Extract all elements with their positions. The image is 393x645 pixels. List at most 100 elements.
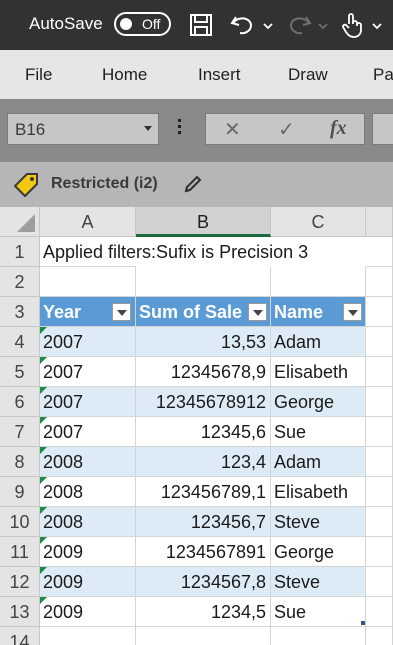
- qat-chevron-down-icon[interactable]: [372, 17, 382, 35]
- cell[interactable]: [366, 237, 393, 267]
- cell[interactable]: [366, 537, 393, 567]
- column-header-b[interactable]: B: [136, 207, 271, 237]
- year-cell[interactable]: 2008: [40, 507, 136, 537]
- cell[interactable]: [40, 267, 136, 297]
- name-cell[interactable]: Steve: [271, 507, 366, 537]
- row-header[interactable]: 1: [0, 237, 40, 267]
- cell[interactable]: [136, 267, 271, 297]
- sum-cell[interactable]: 1234,5: [136, 597, 271, 627]
- row-header[interactable]: 5: [0, 357, 40, 387]
- undo-chevron-down-icon[interactable]: [263, 17, 273, 35]
- cell[interactable]: [366, 297, 393, 327]
- row-header[interactable]: 3: [0, 297, 40, 327]
- sum-cell[interactable]: 1234567,8: [136, 567, 271, 597]
- formula-input[interactable]: [372, 113, 393, 145]
- more-options-icon[interactable]: [178, 119, 182, 137]
- error-indicator-icon[interactable]: [40, 357, 47, 364]
- name-cell[interactable]: Sue: [271, 597, 366, 627]
- enter-icon[interactable]: ✓: [278, 117, 295, 142]
- cancel-icon[interactable]: ✕: [224, 117, 241, 142]
- cell[interactable]: [366, 597, 393, 627]
- year-cell[interactable]: 2007: [40, 417, 136, 447]
- cell[interactable]: [271, 627, 366, 645]
- year-header-cell[interactable]: Year: [40, 297, 136, 327]
- year-cell[interactable]: 2009: [40, 597, 136, 627]
- row-header[interactable]: 12: [0, 567, 40, 597]
- cell[interactable]: [366, 477, 393, 507]
- name-cell[interactable]: Elisabeth: [271, 477, 366, 507]
- cell[interactable]: [366, 507, 393, 537]
- error-indicator-icon[interactable]: [40, 537, 47, 544]
- cell[interactable]: [366, 627, 393, 645]
- sum-cell[interactable]: 12345678,9: [136, 357, 271, 387]
- name-box-dropdown-icon[interactable]: [144, 126, 152, 131]
- cell[interactable]: [366, 357, 393, 387]
- year-cell[interactable]: 2007: [40, 327, 136, 357]
- tab-file[interactable]: File: [25, 65, 52, 85]
- tab-page-layout[interactable]: Pa: [373, 65, 393, 85]
- row-header[interactable]: 11: [0, 537, 40, 567]
- column-header-c[interactable]: C: [271, 207, 366, 237]
- tab-draw[interactable]: Draw: [288, 65, 328, 85]
- year-cell[interactable]: 2008: [40, 477, 136, 507]
- cell[interactable]: [366, 567, 393, 597]
- sum-of-sale-filter-dropdown-icon[interactable]: [248, 303, 267, 321]
- error-indicator-icon[interactable]: [40, 417, 47, 424]
- select-all-corner[interactable]: [0, 207, 40, 237]
- row-header[interactable]: 7: [0, 417, 40, 447]
- error-indicator-icon[interactable]: [40, 507, 47, 514]
- touch-mode-icon[interactable]: [338, 11, 366, 39]
- tab-insert[interactable]: Insert: [198, 65, 241, 85]
- name-cell[interactable]: George: [271, 537, 366, 567]
- filter-note-cell[interactable]: Applied filters:Sufix is Precision 3: [40, 237, 308, 267]
- row-header[interactable]: 8: [0, 447, 40, 477]
- cell[interactable]: [366, 417, 393, 447]
- name-cell[interactable]: Steve: [271, 567, 366, 597]
- error-indicator-icon[interactable]: [40, 477, 47, 484]
- cell[interactable]: [366, 267, 393, 297]
- name-box[interactable]: B16: [7, 113, 159, 145]
- name-filter-dropdown-icon[interactable]: [343, 303, 362, 321]
- sum-cell[interactable]: 13,53: [136, 327, 271, 357]
- column-header-d[interactable]: [366, 207, 393, 237]
- redo-chevron-down-icon[interactable]: [318, 17, 328, 35]
- autosave-toggle[interactable]: Off: [114, 12, 171, 36]
- sum-cell[interactable]: 123456,7: [136, 507, 271, 537]
- row-header[interactable]: 2: [0, 267, 40, 297]
- cell[interactable]: [366, 327, 393, 357]
- row-header[interactable]: 13: [0, 597, 40, 627]
- save-icon[interactable]: [187, 11, 215, 39]
- error-indicator-icon[interactable]: [40, 327, 47, 334]
- row-header[interactable]: 6: [0, 387, 40, 417]
- year-cell[interactable]: 2009: [40, 537, 136, 567]
- sum-cell[interactable]: 1234567891: [136, 537, 271, 567]
- sum-cell[interactable]: 12345678912: [136, 387, 271, 417]
- year-cell[interactable]: 2007: [40, 357, 136, 387]
- cell[interactable]: [366, 447, 393, 477]
- row-header[interactable]: 4: [0, 327, 40, 357]
- name-header-cell[interactable]: Name: [271, 297, 366, 327]
- row-header[interactable]: 10: [0, 507, 40, 537]
- sum-of-sale-header-cell[interactable]: Sum of Sale: [136, 297, 271, 327]
- insert-function-icon[interactable]: fx: [330, 117, 347, 140]
- cell[interactable]: [136, 627, 271, 645]
- redo-icon[interactable]: [285, 11, 313, 39]
- error-indicator-icon[interactable]: [40, 387, 47, 394]
- error-indicator-icon[interactable]: [40, 597, 47, 604]
- name-cell[interactable]: George: [271, 387, 366, 417]
- table-resize-handle[interactable]: [361, 621, 365, 625]
- error-indicator-icon[interactable]: [40, 567, 47, 574]
- cell[interactable]: [366, 387, 393, 417]
- sum-cell[interactable]: 123,4: [136, 447, 271, 477]
- year-filter-dropdown-icon[interactable]: [112, 303, 131, 321]
- name-cell[interactable]: Sue: [271, 417, 366, 447]
- column-header-a[interactable]: A: [40, 207, 136, 237]
- name-cell[interactable]: Elisabeth: [271, 357, 366, 387]
- sum-cell[interactable]: 123456789,1: [136, 477, 271, 507]
- undo-icon[interactable]: [229, 11, 257, 39]
- row-header[interactable]: 14: [0, 627, 40, 645]
- cell[interactable]: [271, 267, 366, 297]
- edit-pencil-icon[interactable]: [183, 174, 203, 199]
- sum-cell[interactable]: 12345,6: [136, 417, 271, 447]
- name-cell[interactable]: Adam: [271, 447, 366, 477]
